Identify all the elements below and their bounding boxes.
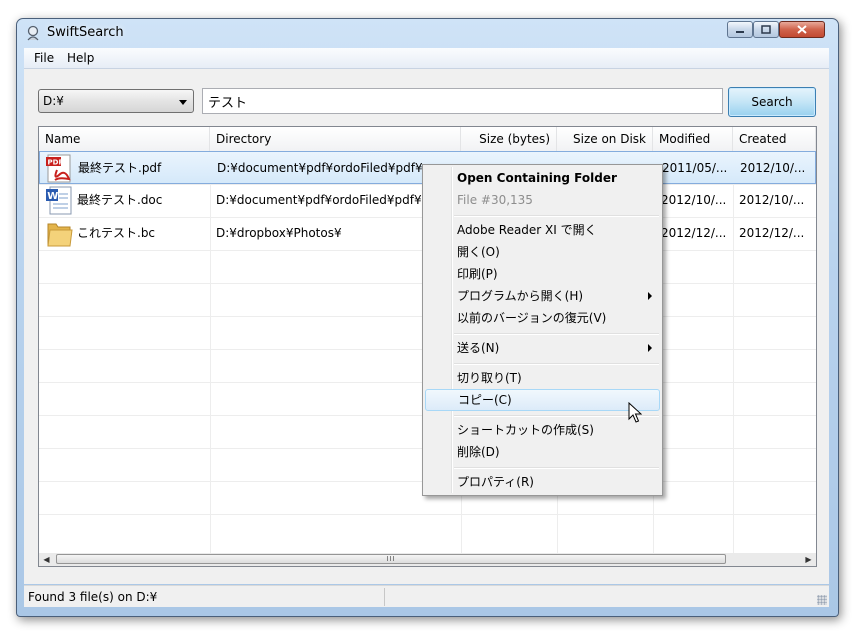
window-title: SwiftSearch <box>47 25 124 40</box>
status-separator <box>384 588 385 606</box>
menu-item-open-containing-folder[interactable]: Open Containing Folder <box>425 167 660 189</box>
cell-created: 2012/12/... <box>739 226 805 240</box>
app-search-icon <box>27 25 39 41</box>
drive-dropdown[interactable]: D:¥ <box>38 89 194 113</box>
column-header-created[interactable]: Created <box>733 127 816 151</box>
grid-divider <box>39 514 816 515</box>
cell-created: 2012/10/... <box>740 161 806 175</box>
title-bar[interactable]: SwiftSearch <box>17 19 838 47</box>
column-header-row: Name Directory Size (bytes) Size on Disk… <box>39 127 816 152</box>
menu-help[interactable]: Help <box>67 51 94 65</box>
column-header-size[interactable]: Size (bytes) <box>461 127 557 151</box>
dropdown-arrow-icon <box>179 100 187 105</box>
column-header-directory[interactable]: Directory <box>210 127 461 151</box>
word-file-icon: W <box>46 186 72 215</box>
menu-item-open-with[interactable]: プログラムから開く(H) <box>425 285 660 307</box>
cell-modified: 2012/12/... <box>661 226 727 240</box>
menu-separator <box>454 333 659 335</box>
status-text: Found 3 file(s) on D:¥ <box>28 590 158 604</box>
resize-grip-icon[interactable] <box>817 595 827 605</box>
minimize-button[interactable] <box>727 21 753 38</box>
menu-item-cut[interactable]: 切り取り(T) <box>425 367 660 389</box>
cell-created: 2012/10/... <box>739 193 805 207</box>
pdf-file-icon: PDF <box>46 154 71 183</box>
svg-text:W: W <box>47 191 58 202</box>
column-header-size-on-disk[interactable]: Size on Disk <box>557 127 653 151</box>
menu-item-restore-previous-versions[interactable]: 以前のバージョンの復元(V) <box>425 307 660 329</box>
column-header-name[interactable]: Name <box>39 127 210 151</box>
folder-icon <box>47 223 73 247</box>
cell-modified: 2012/10/... <box>661 193 727 207</box>
context-menu: Open Containing Folder File #30,135 Adob… <box>422 164 663 496</box>
submenu-arrow-icon <box>648 292 652 300</box>
menu-bar: File Help <box>24 48 829 69</box>
minimize-icon <box>736 30 744 33</box>
menu-item-delete[interactable]: 削除(D) <box>425 441 660 463</box>
mouse-cursor-icon <box>628 402 642 423</box>
status-bar: Found 3 file(s) on D:¥ <box>24 585 829 607</box>
menu-file[interactable]: File <box>34 51 54 65</box>
cell-directory: D:¥dropbox¥Photos¥ <box>216 226 342 240</box>
cell-name: 最終テスト.pdf <box>78 161 162 175</box>
column-header-modified[interactable]: Modified <box>653 127 733 151</box>
svg-text:PDF: PDF <box>48 159 64 167</box>
search-input[interactable]: テスト <box>202 88 723 114</box>
menu-item-print[interactable]: 印刷(P) <box>425 263 660 285</box>
horizontal-scrollbar[interactable]: ◀ III ▶ <box>39 553 816 566</box>
menu-item-label: プログラムから開く(H) <box>457 289 584 303</box>
cell-name: これテスト.bc <box>77 226 156 240</box>
scrollbar-thumb[interactable]: III <box>56 554 726 564</box>
drive-dropdown-value: D:¥ <box>43 94 64 108</box>
menu-item-open[interactable]: 開く(O) <box>425 241 660 263</box>
cell-modified: 2011/05/... <box>662 161 728 175</box>
menu-item-send-to[interactable]: 送る(N) <box>425 337 660 359</box>
search-button[interactable]: Search <box>728 87 816 117</box>
menu-separator <box>454 215 659 217</box>
menu-item-label: 送る(N) <box>457 341 500 355</box>
maximize-button[interactable] <box>753 21 779 38</box>
submenu-arrow-icon <box>648 344 652 352</box>
menu-separator <box>454 363 659 365</box>
cell-name: 最終テスト.doc <box>77 193 163 207</box>
scroll-left-arrow-icon[interactable]: ◀ <box>39 553 54 566</box>
close-icon <box>797 25 807 34</box>
menu-separator <box>454 467 659 469</box>
menu-item-copy[interactable]: コピー(C) <box>425 389 660 411</box>
scroll-right-arrow-icon[interactable]: ▶ <box>801 553 816 566</box>
menu-item-properties[interactable]: プロパティ(R) <box>425 471 660 493</box>
menu-item-create-shortcut[interactable]: ショートカットの作成(S) <box>425 419 660 441</box>
maximize-icon <box>761 25 771 34</box>
cell-directory: D:¥document¥pdf¥ordoFiled¥pdf¥ <box>216 193 422 207</box>
cell-directory: D:¥document¥pdf¥ordoFiled¥pdf¥ <box>217 161 423 175</box>
close-button[interactable] <box>779 21 825 38</box>
menu-item-open-with-adobe[interactable]: Adobe Reader XI で開く <box>425 219 660 241</box>
menu-item-file-number: File #30,135 <box>457 193 533 207</box>
